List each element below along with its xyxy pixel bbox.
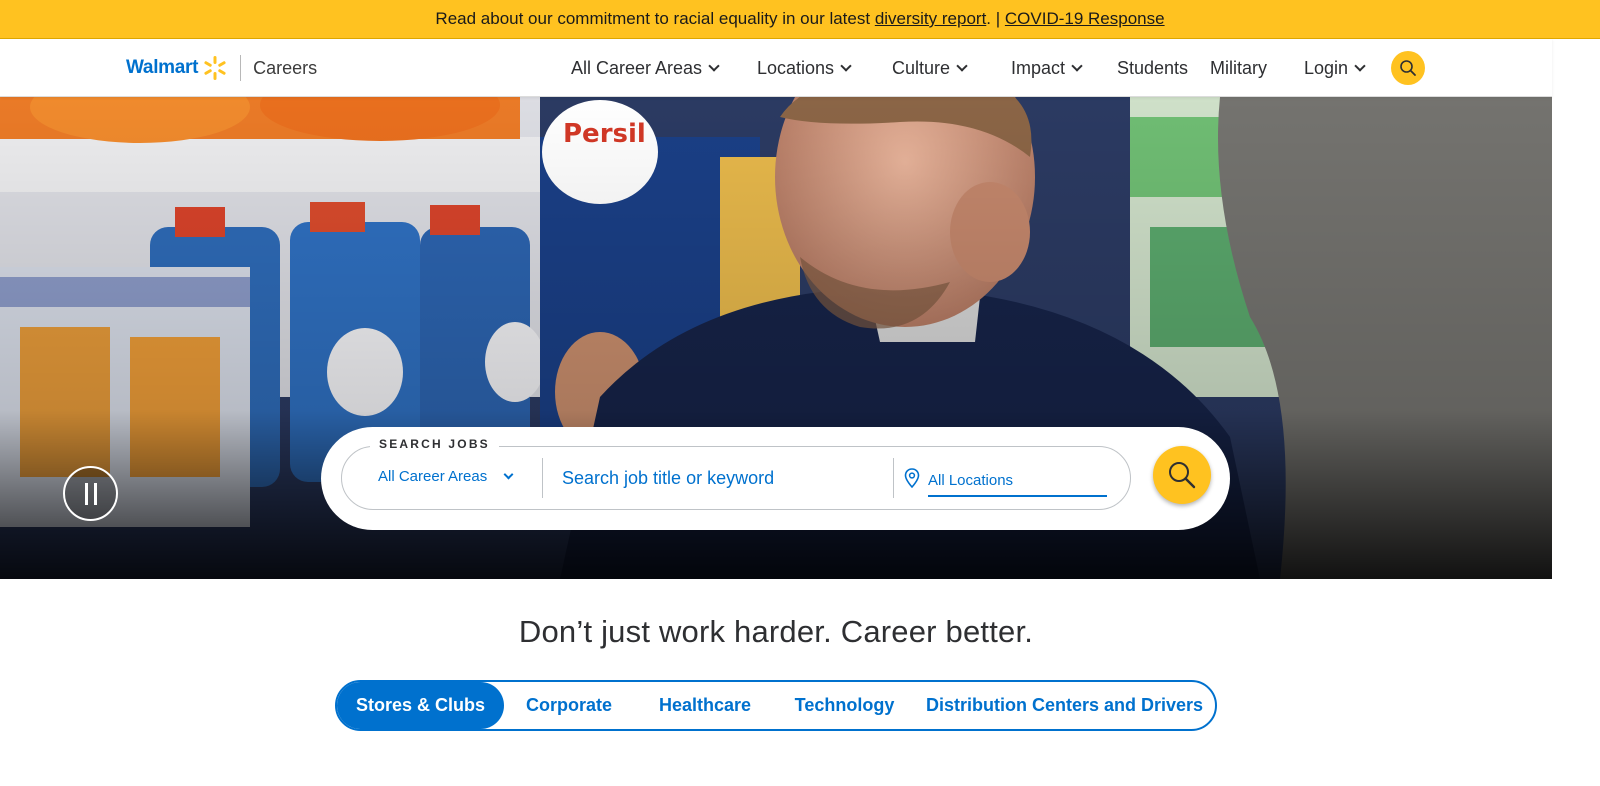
location-pin-icon <box>904 468 920 488</box>
tab-stores-clubs[interactable]: Stores & Clubs <box>337 682 504 729</box>
diversity-report-link[interactable]: diversity report <box>875 9 986 29</box>
nav-all-career-areas[interactable]: All Career Areas <box>571 58 720 79</box>
chevron-down-icon <box>503 469 514 480</box>
chevron-down-icon <box>708 60 720 72</box>
pause-icon <box>82 482 100 505</box>
announcement-bar: Read about our commitment to racial equa… <box>0 0 1600 39</box>
chevron-down-icon <box>1071 60 1083 72</box>
nav-students[interactable]: Students <box>1117 58 1188 79</box>
covid-response-link[interactable]: COVID-19 Response <box>1005 9 1165 29</box>
chevron-down-icon <box>840 60 852 72</box>
announcement-text: Read about our commitment to racial equa… <box>435 9 875 28</box>
chevron-down-icon <box>1354 60 1366 72</box>
walmart-wordmark: Walmart <box>126 57 199 78</box>
spark-logo-icon <box>204 56 226 80</box>
pause-video-button[interactable] <box>63 466 118 521</box>
nav-military[interactable]: Military <box>1210 58 1267 79</box>
career-area-tabs: Stores & Clubs Corporate Healthcare Tech… <box>335 680 1217 731</box>
tab-technology[interactable]: Technology <box>782 682 907 729</box>
nav-impact[interactable]: Impact <box>1011 58 1083 79</box>
keyword-search-input[interactable] <box>552 460 882 496</box>
tab-healthcare[interactable]: Healthcare <box>645 682 765 729</box>
header-search-button[interactable] <box>1391 51 1425 85</box>
nav-label: Students <box>1117 58 1189 78</box>
search-jobs-legend: SEARCH JOBS <box>370 437 499 451</box>
search-icon <box>1400 60 1416 76</box>
nav-label: Military <box>1210 58 1267 78</box>
tab-corporate[interactable]: Corporate <box>509 682 629 729</box>
career-area-value: All Career Areas <box>378 468 488 485</box>
nav-label: Locations <box>757 58 835 78</box>
field-divider <box>893 458 894 498</box>
search-icon <box>1169 462 1196 489</box>
site-header: Walmart Careers All Career Areas Locatio… <box>0 39 1552 97</box>
nav-culture[interactable]: Culture <box>892 58 968 79</box>
career-area-select[interactable]: All Career Areas <box>378 468 514 485</box>
nav-label: Login <box>1304 58 1349 78</box>
page-tagline: Don’t just work harder. Career better. <box>518 614 1034 649</box>
nav-label: All Career Areas <box>571 58 703 78</box>
nav-label: Culture <box>892 58 951 78</box>
nav-login[interactable]: Login <box>1304 58 1366 79</box>
location-input[interactable] <box>928 466 1107 497</box>
tab-distribution-centers-drivers[interactable]: Distribution Centers and Drivers <box>926 682 1203 729</box>
field-divider <box>542 458 543 498</box>
chevron-down-icon <box>956 60 968 72</box>
page-scroll-gutter <box>1552 39 1600 786</box>
nav-locations[interactable]: Locations <box>757 58 852 79</box>
search-submit-button[interactable] <box>1153 446 1211 504</box>
nav-label: Impact <box>1011 58 1066 78</box>
careers-label: Careers <box>253 57 318 78</box>
announcement-separator: . | <box>986 9 1005 28</box>
logo-divider <box>240 55 242 81</box>
walmart-careers-logo[interactable]: Walmart Careers <box>126 55 317 81</box>
